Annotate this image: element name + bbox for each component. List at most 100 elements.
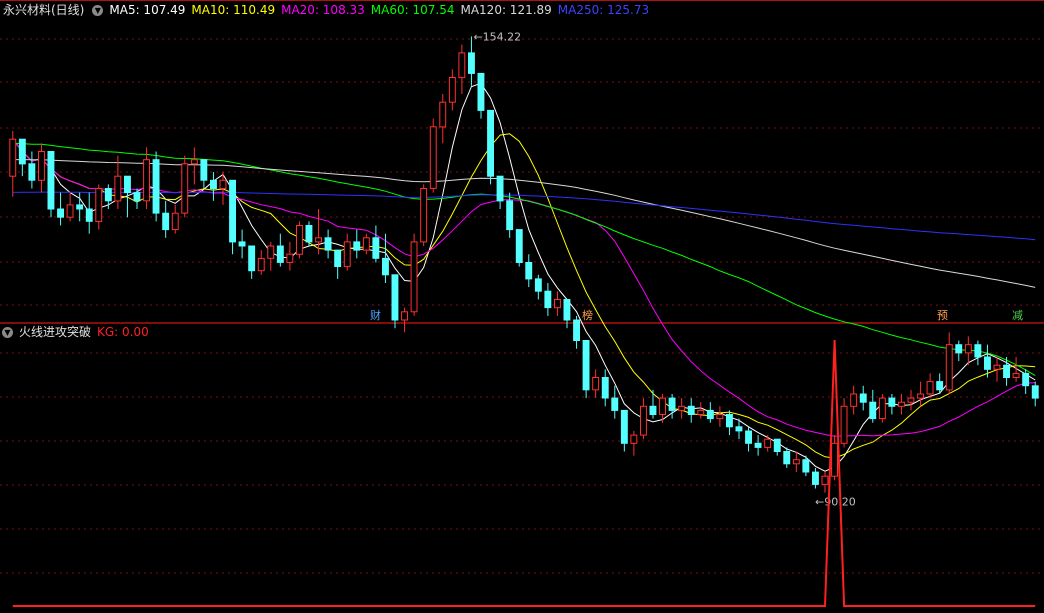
dropdown-icon[interactable]: ▼: [2, 326, 13, 338]
candle-body: [783, 451, 791, 465]
candle-body: [296, 225, 303, 255]
candle-body: [850, 393, 858, 407]
candle-body: [448, 77, 456, 103]
candle-body: [802, 459, 810, 473]
candle-body: [372, 237, 380, 259]
candle-body: [620, 409, 628, 444]
ma-line-ma20: [12, 138, 1036, 437]
candle-body: [735, 426, 743, 432]
dropdown-icon[interactable]: ▼: [92, 4, 104, 16]
indicator-title: 火线进攻突破: [19, 325, 92, 339]
chart-canvas[interactable]: ←154.22 ←90.20: [0, 0, 1044, 613]
candle-body: [57, 208, 64, 218]
candle-body: [840, 405, 848, 444]
candle-body: [315, 237, 323, 243]
candle-body: [945, 344, 953, 391]
candle-body: [697, 409, 705, 415]
ma10-label: MA10: 110.49: [191, 3, 276, 17]
candle-body: [726, 414, 733, 428]
annotation-high: ←154.22: [473, 30, 521, 43]
candle-body: [229, 179, 237, 243]
candle-body: [9, 138, 17, 177]
candle-body: [506, 200, 514, 231]
stock-title: 永兴材料(日线): [3, 3, 85, 17]
candle-body: [104, 188, 112, 202]
event-marker-reduce[interactable]: 减: [1010, 309, 1025, 322]
candle-body: [831, 442, 838, 477]
candle-body: [917, 393, 924, 399]
candle-body: [678, 405, 686, 411]
candle-body: [391, 274, 399, 321]
candle-body: [18, 138, 26, 165]
candle-body: [515, 229, 523, 264]
candle-body: [133, 192, 141, 202]
candle-body: [878, 397, 886, 420]
candle-body: [1022, 372, 1030, 387]
candle-body: [773, 438, 781, 453]
candle-body: [181, 163, 189, 214]
candle-body: [993, 364, 1001, 370]
candle-body: [573, 319, 580, 341]
candle-body: [563, 299, 571, 321]
candle-body: [85, 208, 93, 222]
candle-body: [592, 377, 600, 391]
candle-body: [659, 397, 666, 416]
candle-body: [353, 241, 361, 251]
candle-body: [687, 405, 695, 415]
candle-body: [429, 126, 437, 189]
candle-body: [936, 381, 944, 391]
candle-body: [1003, 364, 1010, 379]
ma60-label: MA60: 107.54: [370, 3, 455, 17]
event-marker-finance[interactable]: 财: [368, 309, 383, 322]
candle-body: [420, 188, 428, 243]
candle-body: [812, 471, 819, 485]
candle-body: [286, 253, 294, 263]
candle-body: [487, 109, 495, 177]
candle-body: [1012, 372, 1020, 378]
candle-body: [544, 290, 552, 309]
candle-body: [238, 241, 246, 247]
candle-body: [410, 241, 418, 313]
candle-body: [343, 241, 351, 268]
candle-body: [382, 257, 389, 276]
candle-body: [716, 414, 724, 420]
candle-body: [305, 225, 313, 243]
candle-body: [554, 299, 561, 309]
candle-body: [706, 409, 714, 420]
candle-body: [477, 72, 485, 111]
annotation-low: ←90.20: [815, 496, 856, 509]
candle-body: [124, 175, 131, 194]
event-marker-ranking[interactable]: 榜: [580, 309, 595, 322]
candle-body: [792, 459, 800, 465]
candle-body: [162, 212, 170, 231]
candle-body: [888, 397, 896, 407]
candle-body: [955, 344, 963, 354]
candle-body: [219, 179, 227, 190]
candle-body: [984, 356, 991, 370]
candle-body: [611, 397, 619, 411]
ma120-label: MA120: 121.89: [460, 3, 552, 17]
candle-body: [898, 401, 905, 407]
candle-body: [362, 237, 370, 251]
candle-body: [764, 438, 772, 448]
candle-body: [649, 405, 657, 415]
candle-body: [257, 257, 265, 272]
candle-body: [143, 159, 151, 202]
candle-body: [190, 159, 198, 165]
candle-body: [859, 393, 867, 403]
candle-body: [114, 175, 122, 202]
candle-body: [907, 397, 915, 403]
chart-stage[interactable]: ←154.22 ←90.20: [0, 0, 1044, 613]
candle-body: [668, 397, 676, 411]
ma250-label: MA250: 125.73: [557, 3, 650, 17]
candle-body: [200, 159, 208, 181]
event-marker-forecast[interactable]: 预: [935, 309, 950, 322]
candle-body: [95, 188, 103, 222]
candle-body: [1031, 385, 1039, 399]
candle-body: [66, 204, 74, 218]
candle-body: [754, 442, 762, 448]
candle-body: [401, 311, 409, 321]
candle-body: [496, 175, 504, 202]
ma20-label: MA20: 108.33: [281, 3, 365, 17]
indicator-legend: ▼ 火线进攻突破 KG: 0.00: [0, 322, 155, 342]
